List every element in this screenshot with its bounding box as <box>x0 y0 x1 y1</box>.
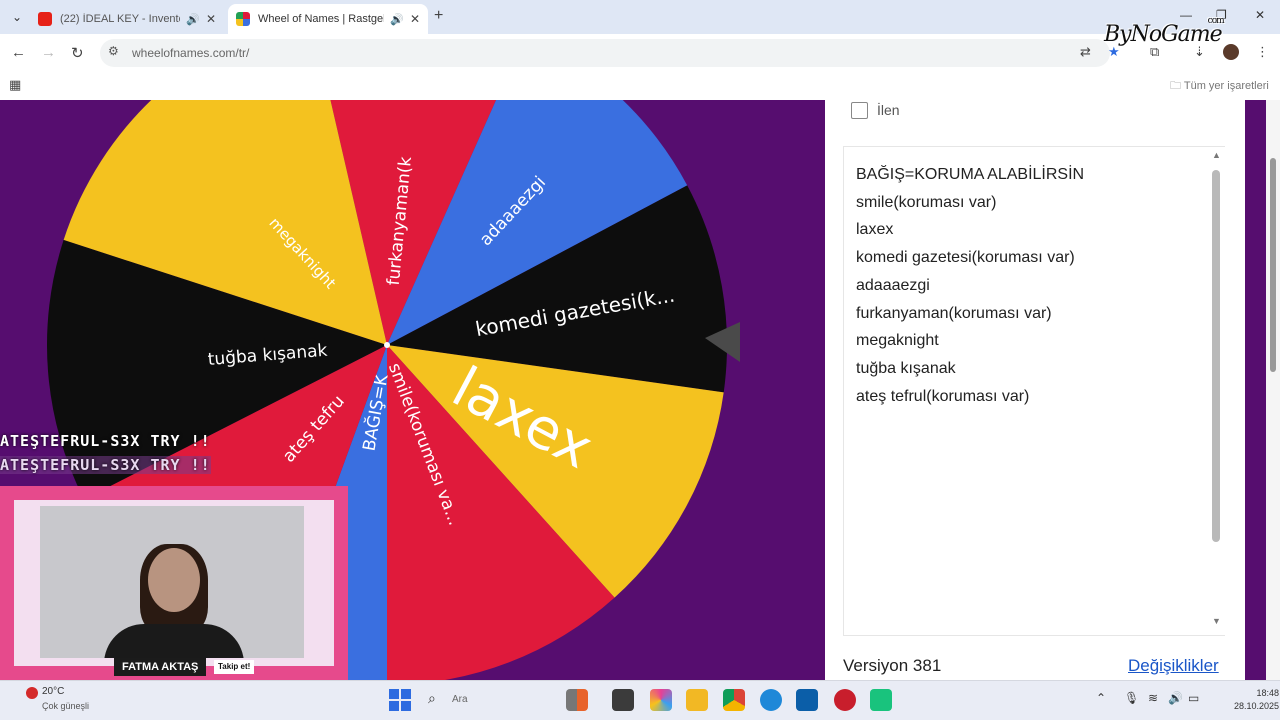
entry-list: BAĞIŞ=KORUMA ALABİLİRSİN smile(koruması v… <box>856 161 1084 410</box>
forward-icon[interactable]: → <box>41 44 56 61</box>
weather-desc[interactable]: Çok güneşli <box>42 701 89 711</box>
new-tab-icon[interactable]: + <box>434 7 443 25</box>
apps-grid-icon[interactable]: ▦ <box>9 77 21 93</box>
entries-scrollbar[interactable]: ▲ ▼ <box>1209 150 1223 630</box>
battery-icon[interactable]: ▭ <box>1188 691 1199 705</box>
store-icon[interactable] <box>796 689 818 711</box>
weather-icon[interactable] <box>26 687 38 699</box>
page-edge <box>1245 100 1266 680</box>
speaker-icon[interactable]: 🔊 <box>186 13 200 26</box>
minimize-icon[interactable]: — <box>1180 8 1192 22</box>
wifi-icon[interactable]: ≋ <box>1148 691 1158 705</box>
copilot-icon[interactable] <box>650 689 672 711</box>
close-tab-icon[interactable]: ✕ <box>410 12 420 26</box>
tab-inactive[interactable]: (22) İDEAL KEY - Inventore 🔊 ✕ <box>30 4 224 34</box>
windows-start-icon[interactable] <box>389 689 411 711</box>
entry-line[interactable]: laxex <box>856 216 1084 244</box>
entry-line[interactable]: komedi gazetesi(koruması var) <box>856 244 1084 272</box>
entry-line[interactable]: tuğba kışanak <box>856 355 1084 383</box>
entry-line[interactable]: ateş tefrul(koruması var) <box>856 383 1084 411</box>
entry-line[interactable]: smile(koruması var) <box>856 189 1084 217</box>
profile-avatar[interactable] <box>1223 44 1239 60</box>
scrollbar-thumb[interactable] <box>1212 170 1220 542</box>
app-icon[interactable] <box>870 689 892 711</box>
wheel-favicon-icon <box>236 12 250 26</box>
tab-active[interactable]: Wheel of Names | Rastgele 🔊 ✕ <box>228 4 428 34</box>
clock-date: 28.10.2025 <box>1234 701 1280 711</box>
chrome-icon[interactable] <box>723 689 745 711</box>
changes-link[interactable]: Değişiklikler <box>1128 656 1219 676</box>
address-bar[interactable]: ⚙ wheelofnames.com/tr/ <box>100 39 1110 67</box>
menu-kebab-icon[interactable]: ⋮ <box>1256 44 1269 60</box>
volume-icon[interactable]: 🔊 <box>1168 691 1183 705</box>
edge-icon[interactable] <box>760 689 782 711</box>
app-icon[interactable] <box>566 689 588 711</box>
microphone-icon[interactable]: 🎙 <box>1124 691 1139 705</box>
folder-icon: 🗀 <box>1170 80 1184 92</box>
hide-checkbox[interactable] <box>851 102 868 119</box>
entry-line[interactable]: adaaaezgi <box>856 272 1084 300</box>
weather-temp[interactable]: 20°C <box>42 686 64 697</box>
clock[interactable]: 18:48 28.10.2025 <box>1234 687 1279 713</box>
file-explorer-icon[interactable] <box>686 689 708 711</box>
task-view-icon[interactable] <box>612 689 634 711</box>
close-window-icon[interactable]: ✕ <box>1255 8 1265 22</box>
entry-line[interactable]: BAĞIŞ=KORUMA ALABİLİRSİN <box>856 161 1084 189</box>
search-icon[interactable]: ⌕ <box>428 690 436 707</box>
site-info-icon[interactable]: ⚙ <box>108 44 119 58</box>
speaker-icon[interactable]: 🔊 <box>390 13 404 26</box>
windows-taskbar: 20°C Çok güneşli ⌕ Ara ⌃ 🎙 ≋ 🔊 ▭ 18:48 2… <box>0 680 1280 720</box>
close-tab-icon[interactable]: ✕ <box>206 12 216 26</box>
version-text: Versiyon 381 <box>843 656 942 675</box>
webcam-video <box>40 506 304 658</box>
tab-strip: ⌄ (22) İDEAL KEY - Inventore 🔊 ✕ Wheel o… <box>0 0 1280 34</box>
entries-textarea[interactable]: BAĞIŞ=KORUMA ALABİLİRSİN smile(koruması v… <box>843 146 1225 636</box>
tab-search-chevron-icon[interactable]: ⌄ <box>8 8 26 26</box>
watermark-logo: ByNoGame com <box>1104 16 1225 47</box>
tray-chevron-icon[interactable]: ⌃ <box>1096 691 1106 705</box>
all-bookmarks[interactable]: 🗀 Tüm yer işaretleri <box>1170 77 1269 96</box>
page-scrollbar[interactable] <box>1266 100 1280 680</box>
clock-time: 18:48 <box>1256 688 1280 698</box>
taskbar-search[interactable]: Ara <box>452 694 468 705</box>
reload-icon[interactable]: ↻ <box>71 44 84 62</box>
app-icon[interactable] <box>834 689 856 711</box>
wheel-canvas[interactable]: furkanyaman(k adaaaezgi komedi gazetesi(k.… <box>0 100 825 680</box>
tab-title: (22) İDEAL KEY - Inventore <box>60 13 180 25</box>
browser-toolbar: ← → ↻ ⚙ wheelofnames.com/tr/ ⇄ ★ ⧉ ⇣ ⋮ <box>0 34 1280 72</box>
entry-line[interactable]: furkanyaman(koruması var) <box>856 300 1084 328</box>
streamer-name: FATMA AKTAŞ <box>114 658 207 676</box>
scroll-up-icon[interactable]: ▲ <box>1212 150 1221 160</box>
page-scrollbar-thumb[interactable] <box>1270 158 1276 372</box>
hide-label: İlen <box>877 102 900 118</box>
stream-overlay-text: ATEŞTEFRUL-S3X TRY !! <box>0 456 211 474</box>
tab-title: Wheel of Names | Rastgele <box>258 13 385 25</box>
youtube-icon <box>38 12 52 26</box>
scroll-down-icon[interactable]: ▼ <box>1212 616 1221 626</box>
entries-panel: İlen BAĞIŞ=KORUMA ALABİLİRSİN smile(korum… <box>825 100 1245 680</box>
url-text[interactable]: wheelofnames.com/tr/ <box>132 46 249 60</box>
wheel-center[interactable] <box>384 342 390 348</box>
webcam-overlay: FATMA AKTAŞ Takip et! <box>0 486 348 680</box>
back-icon[interactable]: ← <box>11 44 26 61</box>
follow-badge: Takip et! <box>214 660 255 674</box>
stream-overlay-text: ATEŞTEFRUL-S3X TRY !! <box>0 432 211 450</box>
entry-line[interactable]: megaknight <box>856 327 1084 355</box>
translate-icon[interactable]: ⇄ <box>1080 44 1091 60</box>
bookmarks-bar: ▦ 🗀 Tüm yer işaretleri <box>0 72 1280 100</box>
